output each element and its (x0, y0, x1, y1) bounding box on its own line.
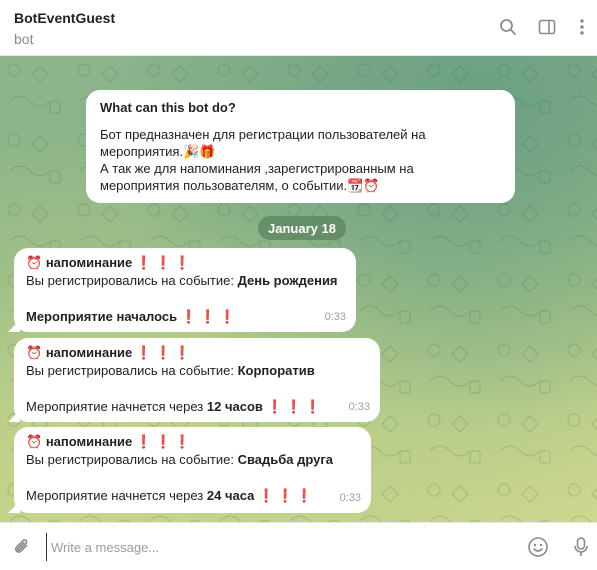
chat-title[interactable]: BotEventGuest (14, 10, 115, 26)
message-time: 0:33 (348, 401, 370, 413)
message-status-line: Мероприятие начнется через 12 часов ❗❗❗ (26, 398, 368, 416)
bot-intro-line: А так же для напоминания ,зарегистрирова… (100, 161, 414, 176)
attach-icon[interactable] (10, 535, 34, 559)
message-event-prefix: Вы регистрировались на событие: (26, 363, 238, 378)
message-heading-text: напоминание (45, 255, 133, 270)
message-status-value: 12 часов (206, 399, 263, 414)
message-status-line: Мероприятие началось ❗❗❗ (26, 308, 344, 326)
alarm-clock-icon: ⏰ (26, 345, 43, 360)
search-icon[interactable] (497, 16, 519, 38)
mic-icon[interactable] (569, 535, 593, 559)
emoji-icon[interactable] (526, 535, 550, 559)
message-bubble[interactable]: ⏰ напоминание ❗❗❗ Вы регистрировались на… (8, 248, 356, 332)
message-heading-text: напоминание (45, 345, 133, 360)
bot-intro-line: мероприятия.🎉🎁 (100, 144, 216, 159)
message-composer (0, 522, 597, 570)
message-event-line: Вы регистрировались на событие: Корпорат… (26, 362, 368, 380)
message-heading: ⏰ напоминание ❗❗❗ (26, 254, 344, 272)
more-icon[interactable] (571, 16, 593, 38)
message-status-text: Мероприятие началось (26, 309, 178, 324)
sidebar-icon[interactable] (536, 16, 558, 38)
message-bubble[interactable]: ⏰ напоминание ❗❗❗ Вы регистрировались на… (8, 427, 371, 513)
alarm-clock-icon: ⏰ (26, 434, 43, 449)
message-bubble[interactable]: ⏰ напоминание ❗❗❗ Вы регистрировались на… (8, 338, 380, 422)
message-heading: ⏰ напоминание ❗❗❗ (26, 344, 368, 362)
message-status-line: Мероприятие начнется через 24 часа ❗❗❗ (26, 487, 359, 505)
message-time: 0:33 (324, 311, 346, 323)
message-event-line: Вы регистрировались на событие: Свадьба … (26, 451, 359, 469)
exclamation-icons: ❗❗❗ (266, 399, 325, 414)
message-event-prefix: Вы регистрировались на событие: (26, 273, 238, 288)
chat-header: BotEventGuest bot (0, 0, 597, 56)
message-status-value: 24 часа (206, 488, 255, 503)
exclamation-icons: ❗❗❗ (180, 309, 239, 324)
message-event-line: Вы регистрировались на событие: День рож… (26, 272, 344, 290)
bot-intro-title: What can this bot do? (100, 100, 236, 115)
message-status-text: Мероприятие начнется через (26, 488, 207, 503)
alarm-clock-icon: ⏰ (26, 255, 43, 270)
bot-intro-line: мероприятия пользователям, о событии.📆⏰ (100, 178, 380, 193)
message-event-name: Корпоратив (237, 363, 315, 378)
bot-intro-line: Бот предназначен для регистрации пользов… (100, 127, 426, 142)
message-event-prefix: Вы регистрировались на событие: (26, 452, 238, 467)
message-event-name: День рождения (237, 273, 338, 288)
message-heading-text: напоминание (45, 434, 133, 449)
message-heading: ⏰ напоминание ❗❗❗ (26, 433, 359, 451)
chat-area[interactable]: What can this bot do? Бот предназначен д… (0, 56, 597, 522)
date-separator: January 18 (258, 216, 346, 240)
message-time: 0:33 (339, 492, 361, 504)
exclamation-icons: ❗❗❗ (257, 488, 316, 503)
exclamation-icons: ❗❗❗ (135, 434, 194, 449)
message-input[interactable] (46, 533, 513, 561)
bot-intro-card: What can this bot do? Бот предназначен д… (86, 90, 515, 203)
exclamation-icons: ❗❗❗ (135, 255, 194, 270)
chat-subtitle: bot (14, 31, 34, 47)
message-event-name: Свадьба друга (237, 452, 334, 467)
exclamation-icons: ❗❗❗ (135, 345, 194, 360)
message-status-text: Мероприятие начнется через (26, 399, 207, 414)
